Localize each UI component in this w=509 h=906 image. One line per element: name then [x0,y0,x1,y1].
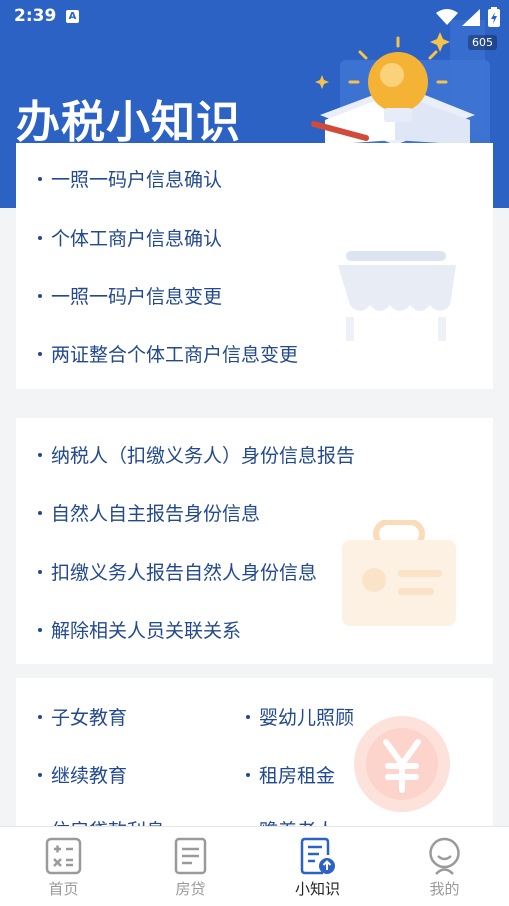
wifi-icon [436,9,458,25]
card-special-deductions: 子女教育 婴幼儿照顾 继续教育 租房租金 住房贷款利息 赡养老人 [16,678,493,838]
tab-home[interactable]: 首页 [0,827,127,906]
tab-label: 首页 [48,880,79,898]
corner-badge: 605 [468,35,497,50]
yen-coin-icon [354,716,450,812]
tab-label: 我的 [429,880,460,898]
app-notification-icon: A [66,10,79,23]
list-item[interactable]: 子女教育 [38,703,127,730]
list-item[interactable]: 纳税人（扣缴义务人）身份信息报告 [38,441,355,468]
card-business-info: 一照一码户信息确认 个体工商户信息确认 一照一码户信息变更 两证整合个体工商户信… [16,143,493,389]
list-item[interactable]: 一照一码户信息变更 [38,282,222,309]
status-bar: 2:39 A [0,0,509,34]
tab-mine[interactable]: 我的 [381,827,508,906]
knowledge-upload-icon [300,837,335,875]
status-time: 2:39 [14,6,57,26]
list-item[interactable]: 自然人自主报告身份信息 [38,499,260,526]
document-icon [174,837,207,875]
list-item[interactable]: 一照一码户信息确认 [38,165,222,192]
calculator-icon [45,837,82,875]
user-icon [429,837,460,875]
id-badge-icon [342,520,456,626]
list-item[interactable]: 婴幼儿照顾 [246,703,354,730]
list-item[interactable]: 两证整合个体工商户信息变更 [38,340,298,367]
tab-mortgage[interactable]: 房贷 [127,827,254,906]
battery-icon [488,7,500,27]
list-item[interactable]: 继续教育 [38,761,127,788]
card-identity-info: 纳税人（扣缴义务人）身份信息报告 自然人自主报告身份信息 扣缴义务人报告自然人身… [16,418,493,664]
bottom-tab-bar: 首页 房贷 小知识 我的 [0,826,509,906]
list-item[interactable]: 解除相关人员关联关系 [38,616,241,643]
list-item[interactable]: 租房租金 [246,761,335,788]
tab-knowledge[interactable]: 小知识 [254,827,381,906]
list-item[interactable]: 扣缴义务人报告自然人身份信息 [38,558,317,585]
list-item[interactable]: 个体工商户信息确认 [38,224,222,251]
signal-icon [462,9,480,26]
tab-label: 小知识 [294,880,340,898]
storefront-icon [338,251,456,341]
page-title: 办税小知识 [16,97,241,148]
tab-label: 房贷 [175,880,206,898]
